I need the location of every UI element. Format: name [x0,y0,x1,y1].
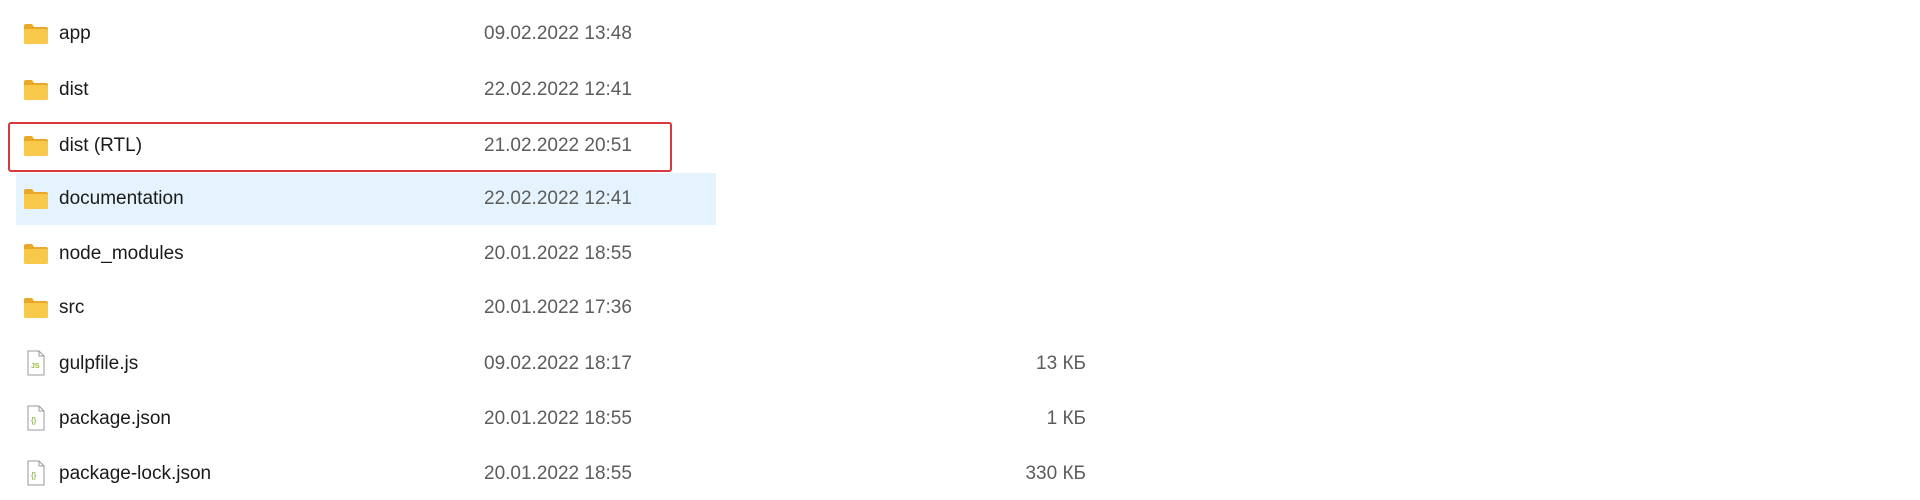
file-size: 1 КБ [1046,408,1086,429]
file-name: documentation [59,188,184,209]
file-modified-date: 20.01.2022 18:55 [484,243,632,264]
svg-text:{}: {} [31,471,37,480]
file-row-dist[interactable]: dist 22.02.2022 12:41 [16,64,716,116]
file-row-dist-rtl[interactable]: dist (RTL) 21.02.2022 20:51 [16,120,716,172]
json-file-icon: {} [23,460,49,486]
file-row-src[interactable]: src 20.01.2022 17:36 [16,282,716,334]
folder-icon [23,242,49,266]
js-file-icon: JS [23,350,49,376]
file-row-app[interactable]: app 09.02.2022 13:48 [16,8,716,60]
file-name: src [59,297,85,318]
file-modified-date: 09.02.2022 18:17 [484,353,632,374]
file-row-node-modules[interactable]: node_modules 20.01.2022 18:55 [16,228,716,280]
file-name: gulpfile.js [59,353,139,374]
svg-text:JS: JS [31,363,40,370]
file-size: 13 КБ [1036,353,1086,374]
file-name: dist (RTL) [59,135,143,156]
file-name: package.json [59,408,171,429]
svg-text:{}: {} [31,416,37,425]
file-modified-date: 20.01.2022 18:55 [484,463,632,484]
file-name: package-lock.json [59,463,212,484]
file-row-documentation[interactable]: documentation 22.02.2022 12:41 [16,173,716,225]
folder-icon [23,187,49,211]
file-name: app [59,23,91,44]
file-modified-date: 20.01.2022 18:55 [484,408,632,429]
file-modified-date: 22.02.2022 12:41 [484,79,632,100]
file-row-package-lock-json[interactable]: {} package-lock.json 20.01.2022 18:55 33… [16,448,1086,500]
file-modified-date: 09.02.2022 13:48 [484,23,632,44]
file-modified-date: 22.02.2022 12:41 [484,188,632,209]
folder-icon [23,22,49,46]
file-size: 330 КБ [1025,463,1086,484]
file-row-package-json[interactable]: {} package.json 20.01.2022 18:55 1 КБ [16,393,1086,445]
file-modified-date: 21.02.2022 20:51 [484,135,632,156]
file-list: app 09.02.2022 13:48 dist 22.02.2022 12:… [0,0,1920,500]
folder-icon [23,134,49,158]
file-row-gulpfile[interactable]: JS gulpfile.js 09.02.2022 18:17 13 КБ [16,338,1086,390]
json-file-icon: {} [23,405,49,431]
folder-icon [23,296,49,320]
folder-icon [23,78,49,102]
file-name: dist [59,79,89,100]
file-modified-date: 20.01.2022 17:36 [484,297,632,318]
file-name: node_modules [59,243,184,264]
